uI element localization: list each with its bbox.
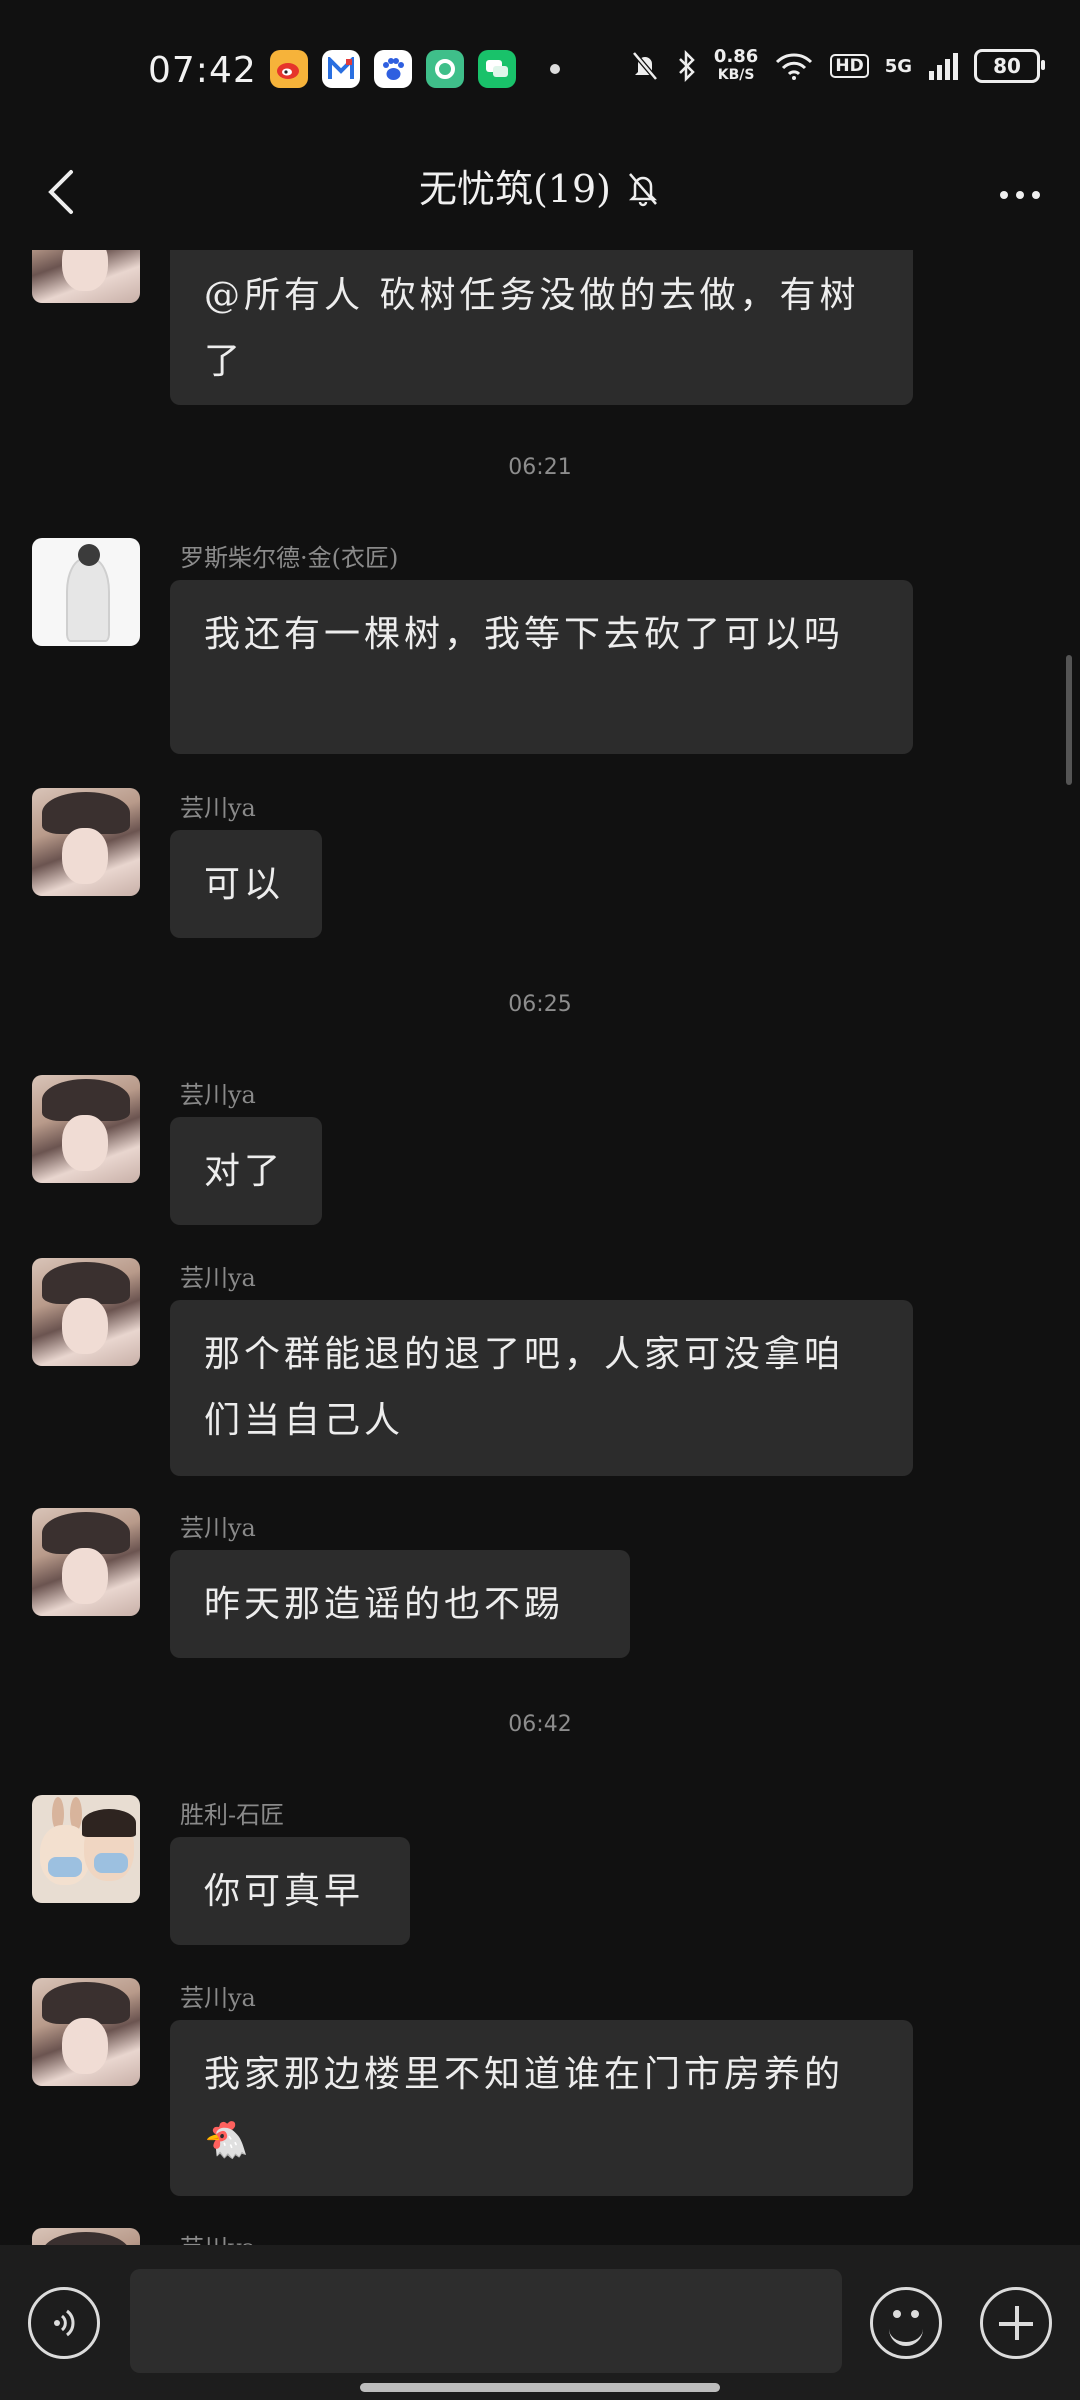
message-text: 你可真早 <box>204 1871 365 1912</box>
battery-icon: 80 <box>974 49 1045 83</box>
message-text: 可以 <box>204 864 285 905</box>
sender-name: 芸川ya <box>180 1264 256 1292</box>
message-text: 昨天那造谣的也不踢 <box>204 1584 565 1625</box>
message-text: 那个群能退的退了吧，人家可没拿咱们当自己人 <box>204 1334 845 1441</box>
girl-hat-avatar[interactable] <box>32 788 140 896</box>
baidu-icon <box>374 50 412 88</box>
network-speed: 0.86 KB/S <box>713 46 759 84</box>
more-options-button[interactable] <box>990 165 1050 225</box>
mute-bell-icon <box>632 51 658 81</box>
status-app-icons <box>270 50 516 88</box>
message-bubble[interactable]: 我家那边楼里不知道谁在门市房养的🐔 <box>170 2020 913 2196</box>
girl-hat-avatar[interactable] <box>32 1258 140 1366</box>
chat-message-list[interactable]: @所有人 砍树任务没做的去做，有树了 06:21 罗斯柴尔德·金(衣匠) 我还有… <box>0 250 1080 2245</box>
girl-hat-avatar[interactable] <box>32 1978 140 2086</box>
message-text: 我家那边楼里不知道谁在门市房养的🐔 <box>204 2054 845 2161</box>
sender-name: 芸川ya <box>180 1984 256 2012</box>
scroll-indicator[interactable] <box>1066 655 1072 785</box>
message-bubble[interactable]: 那个群能退的退了吧，人家可没拿咱们当自己人 <box>170 1300 913 1476</box>
wifi-icon <box>776 53 813 80</box>
weibo-icon <box>270 50 308 88</box>
girl-hat-avatar[interactable] <box>32 250 140 303</box>
message-bubble[interactable]: 对了 <box>170 1117 322 1225</box>
app-m-icon <box>322 50 360 88</box>
sender-name: 芸川ya <box>180 2228 256 2245</box>
sender-name: 胜利-石匠 <box>180 1801 285 1829</box>
voice-wave-icon <box>54 2309 75 2337</box>
signal-icon <box>929 53 958 80</box>
muted-bell-icon <box>625 168 661 217</box>
message-bubble[interactable]: @所有人 砍树任务没做的去做，有树了 <box>170 250 913 405</box>
green-circle-app-icon <box>426 50 464 88</box>
add-attachment-button[interactable] <box>980 2287 1052 2359</box>
group-name: 无忧筑(19) <box>418 167 611 211</box>
girl-hat-avatar[interactable] <box>32 1075 140 1183</box>
bluetooth-icon <box>679 50 695 82</box>
message-input-bar <box>0 2245 1080 2400</box>
status-bar: 07:42 0.86 KB/S HD 5G 80 <box>0 0 1080 140</box>
message-timestamp: 06:25 <box>508 992 572 1017</box>
notification-dot <box>550 64 560 74</box>
hd-badge: HD <box>830 54 869 78</box>
home-indicator[interactable] <box>360 2383 720 2392</box>
message-bubble[interactable]: 可以 <box>170 830 322 938</box>
sender-name: 芸川ya <box>180 794 256 822</box>
more-dot-icon <box>1016 191 1024 199</box>
message-text: 对了 <box>204 1151 285 1192</box>
sender-name: 芸川ya <box>180 1081 256 1109</box>
status-indicators: 0.86 KB/S HD 5G 80 <box>630 46 1045 84</box>
girl-hat-avatar[interactable] <box>32 2228 140 2245</box>
network-type: 5G <box>884 55 912 77</box>
more-dot-icon <box>1032 191 1040 199</box>
emoji-button[interactable] <box>870 2287 942 2359</box>
message-timestamp: 06:21 <box>508 455 572 480</box>
chat-app-icon <box>478 50 516 88</box>
sender-name: 罗斯柴尔德·金(衣匠) <box>180 544 399 572</box>
message-bubble[interactable]: 昨天那造谣的也不踢 <box>170 1550 630 1658</box>
message-text: 我还有一棵树，我等下去砍了可以吗 <box>204 614 845 655</box>
message-bubble[interactable]: 我还有一棵树，我等下去砍了可以吗 <box>170 580 913 754</box>
smiley-mouth-icon <box>889 2324 923 2346</box>
smiley-eye-icon <box>893 2310 901 2318</box>
chat-header: 无忧筑(19) <box>0 140 1080 250</box>
sender-name: 芸川ya <box>180 1514 256 1542</box>
couple-cartoon-avatar[interactable] <box>32 1795 140 1903</box>
white-figure-avatar[interactable] <box>32 538 140 646</box>
group-title[interactable]: 无忧筑(19) <box>0 158 1080 217</box>
message-text: @所有人 砍树任务没做的去做，有树了 <box>204 275 860 382</box>
message-input[interactable] <box>130 2269 842 2373</box>
status-time: 07:42 <box>148 50 257 91</box>
message-bubble[interactable]: 你可真早 <box>170 1837 410 1945</box>
smiley-eye-icon <box>911 2310 919 2318</box>
more-dot-icon <box>1000 191 1008 199</box>
message-timestamp: 06:42 <box>508 1712 572 1737</box>
voice-input-button[interactable] <box>28 2287 100 2359</box>
girl-hat-avatar[interactable] <box>32 1508 140 1616</box>
